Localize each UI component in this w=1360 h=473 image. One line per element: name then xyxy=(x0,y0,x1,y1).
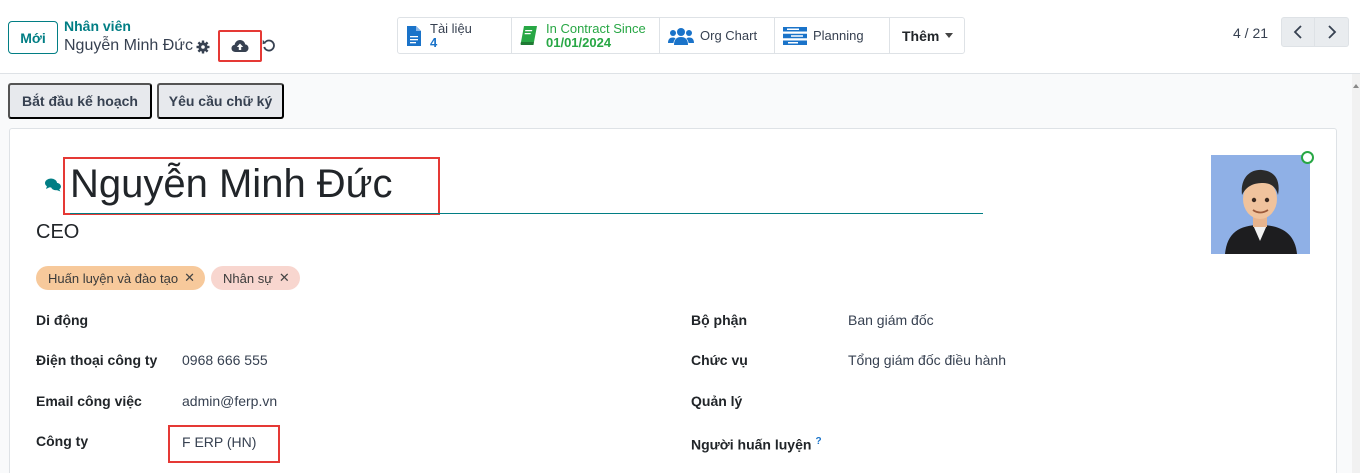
tag-hr: Nhân sự ✕ xyxy=(211,266,300,290)
pager-value[interactable]: 4 / 21 xyxy=(1233,25,1268,41)
name-underline xyxy=(70,213,983,214)
scroll-up-arrow-icon[interactable] xyxy=(1353,84,1359,88)
pager-buttons xyxy=(1281,17,1349,47)
manager-label: Quản lý xyxy=(691,393,743,409)
company-input[interactable]: F ERP (HN) xyxy=(182,434,256,450)
close-icon[interactable]: ✕ xyxy=(279,270,290,286)
users-icon xyxy=(668,27,694,45)
work-phone-label: Điện thoại công ty xyxy=(36,352,158,368)
scrollbar[interactable] xyxy=(1352,74,1360,473)
save-highlight xyxy=(218,30,262,62)
avatar-image xyxy=(1211,155,1310,254)
work-email-input[interactable]: admin@ferp.vn xyxy=(182,393,277,409)
work-phone-input[interactable]: 0968 666 555 xyxy=(182,352,268,368)
comments-icon xyxy=(45,178,61,192)
gear-icon[interactable] xyxy=(195,39,211,55)
avatar[interactable] xyxy=(1211,155,1310,254)
book-icon xyxy=(520,25,537,45)
start-plan-button[interactable]: Bắt đầu kế hoạch xyxy=(8,83,152,119)
documents-count: 4 xyxy=(430,34,438,50)
tag-label: Huấn luyện và đào tạo xyxy=(48,270,179,286)
breadcrumb-current: Nguyễn Minh Đức xyxy=(64,37,193,54)
org-chart-label: Org Chart xyxy=(700,28,758,43)
company-label: Công ty xyxy=(36,433,89,449)
job-title-input[interactable]: CEO xyxy=(36,221,79,244)
undo-icon[interactable] xyxy=(262,38,276,52)
mobile-label: Di động xyxy=(36,312,89,328)
planning-label: Planning xyxy=(813,28,864,43)
planning-button[interactable]: Planning xyxy=(775,18,890,53)
department-label: Bộ phận xyxy=(691,312,747,328)
employee-form-sheet: Nguyễn Minh Đức CEO Huấn luyện và đào tạ… xyxy=(9,128,1337,473)
documents-label: Tài liệu xyxy=(430,20,472,36)
job-position-label: Chức vụ xyxy=(691,352,748,368)
smart-button-bar: Tài liệu 4 In Contract Since 01/01/2024 xyxy=(397,17,965,54)
breadcrumb-parent[interactable]: Nhân viên xyxy=(64,18,131,34)
request-signature-button[interactable]: Yêu cầu chữ ký xyxy=(157,83,284,119)
coach-label-text: Người huấn luyện xyxy=(691,436,812,453)
coach-label: Người huấn luyện? xyxy=(691,436,822,453)
chevron-left-icon xyxy=(1293,25,1302,39)
document-icon xyxy=(407,25,421,46)
contract-button[interactable]: In Contract Since 01/01/2024 xyxy=(512,18,660,53)
department-input[interactable]: Ban giám đốc xyxy=(848,312,934,328)
job-position-input[interactable]: Tổng giám đốc điều hành xyxy=(848,352,1006,368)
contract-label: In Contract Since xyxy=(546,20,646,36)
tags-field[interactable]: Huấn luyện và đào tạo ✕ Nhân sự ✕ xyxy=(36,266,300,290)
work-email-label: Email công việc xyxy=(36,393,142,409)
pager-next-button[interactable] xyxy=(1315,17,1349,47)
new-button[interactable]: Mới xyxy=(8,21,58,54)
chevron-right-icon xyxy=(1327,25,1336,39)
employee-name-input[interactable]: Nguyễn Minh Đức xyxy=(70,162,392,207)
tag-label: Nhân sự xyxy=(223,270,273,286)
tasks-icon xyxy=(783,26,807,45)
cloud-upload-icon[interactable] xyxy=(231,39,249,53)
tag-training: Huấn luyện và đào tạo ✕ xyxy=(36,266,206,290)
more-label: Thêm xyxy=(902,27,940,44)
control-panel: Mới Nhân viên Nguyễn Minh Đức Tài liệu 4… xyxy=(0,0,1360,74)
pager-previous-button[interactable] xyxy=(1281,17,1315,47)
contract-date: 01/01/2024 xyxy=(546,34,612,50)
documents-button[interactable]: Tài liệu 4 xyxy=(398,18,512,53)
online-status-dot xyxy=(1301,151,1314,164)
caret-down-icon xyxy=(945,33,954,38)
more-dropdown[interactable]: Thêm xyxy=(890,18,964,53)
close-icon[interactable]: ✕ xyxy=(184,270,195,286)
help-tooltip-icon[interactable]: ? xyxy=(815,436,821,447)
org-chart-button[interactable]: Org Chart xyxy=(660,18,775,53)
